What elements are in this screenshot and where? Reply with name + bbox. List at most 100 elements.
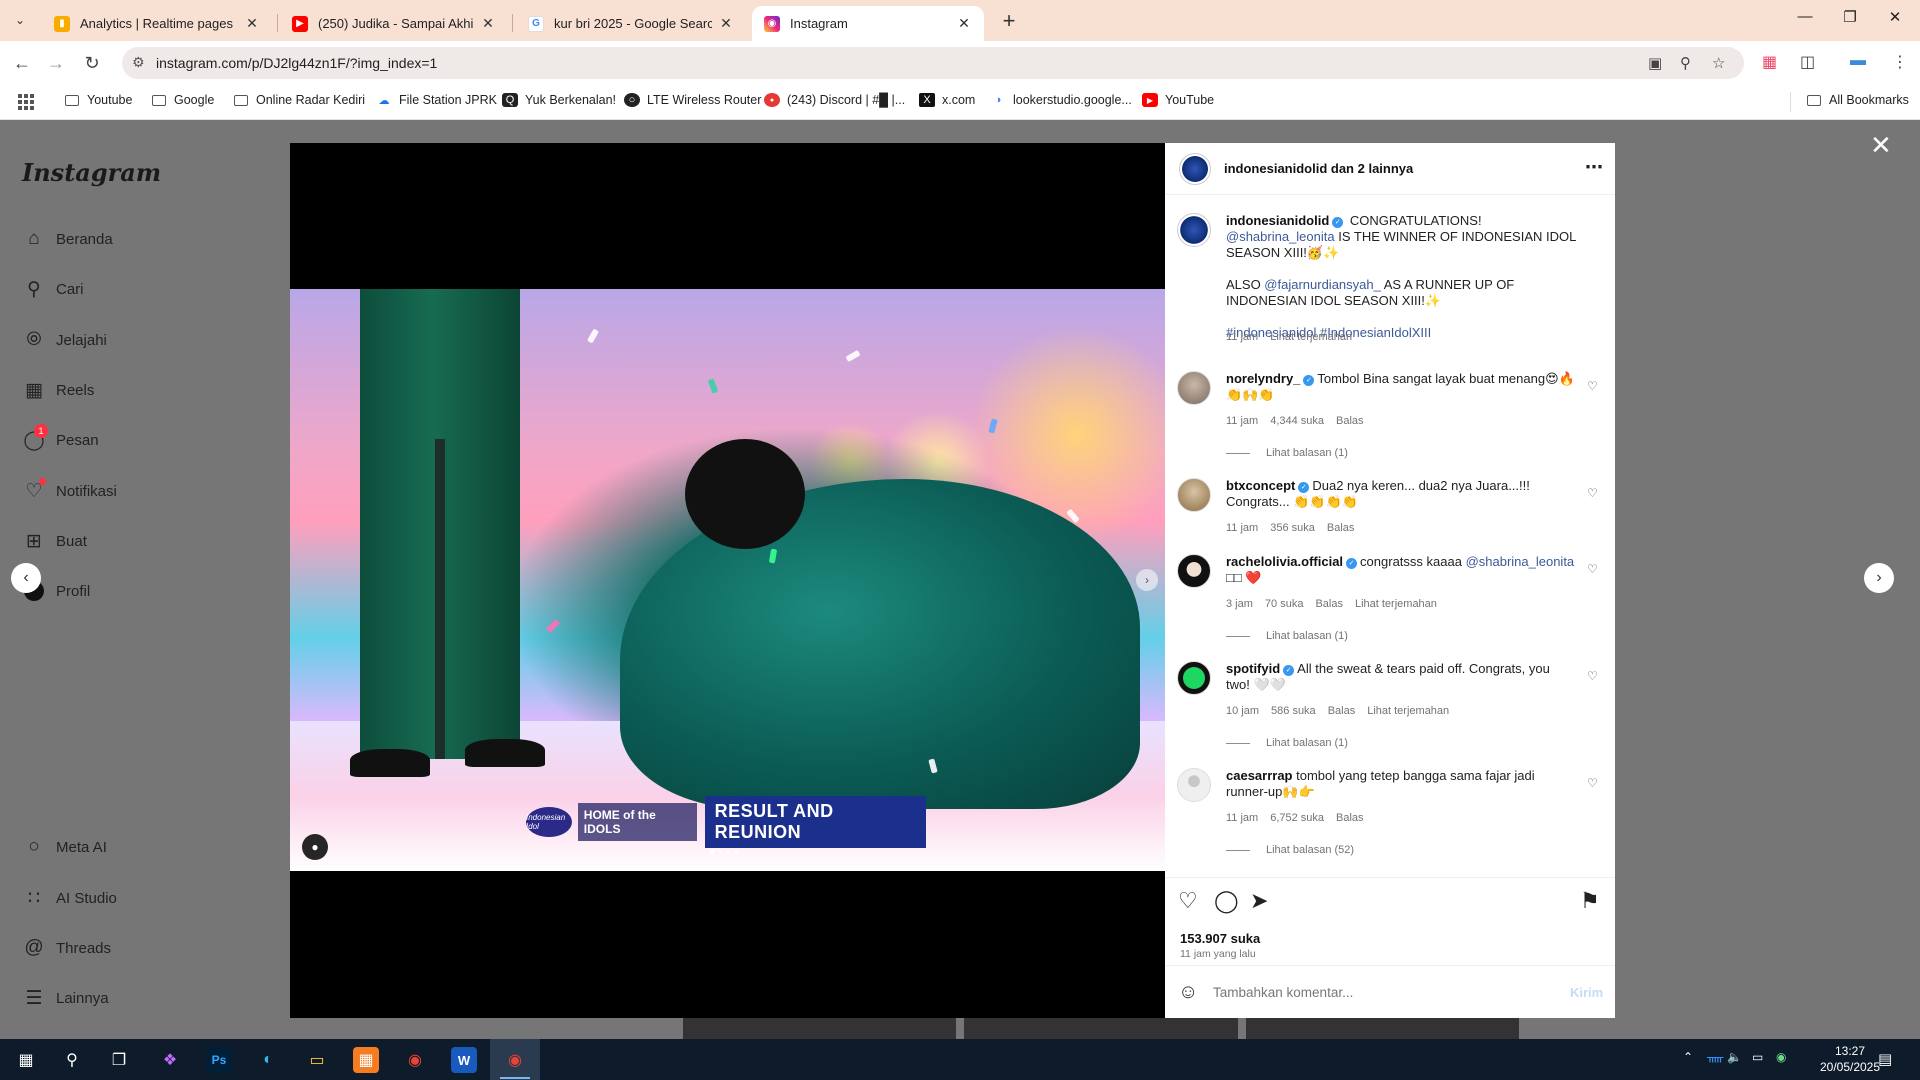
search-icon[interactable]: ⚲ — [59, 1047, 85, 1073]
translate-link[interactable]: Lihat terjemahan — [1355, 598, 1437, 610]
like-count[interactable]: 153.907 suka — [1180, 931, 1260, 946]
close-modal-icon[interactable]: ✕ — [1870, 130, 1892, 161]
comments-list[interactable]: indonesianidolid ✓ CONGRATULATIONS! @shab… — [1165, 195, 1615, 877]
tray-chevron-icon[interactable]: ⌃ — [1683, 1050, 1693, 1064]
like-comment-icon[interactable]: ♡ — [1587, 562, 1598, 576]
address-bar[interactable]: ⚙ instagram.com/p/DJ2lg44zn1F/?img_index… — [122, 47, 1744, 79]
tab-search-icon[interactable]: ⌄ — [8, 8, 32, 32]
nav-cari[interactable]: ⚲ Cari — [22, 277, 83, 301]
apps-grid-icon[interactable] — [18, 94, 34, 110]
commenter-username[interactable]: norelyndry_ — [1226, 371, 1300, 386]
bookmark-online-radar-kediri[interactable]: Online Radar Kediri — [233, 93, 365, 107]
task-view-icon[interactable]: ❐ — [106, 1047, 132, 1073]
file-explorer-icon[interactable]: ▭ — [304, 1047, 330, 1073]
like-comment-icon[interactable]: ♡ — [1587, 669, 1598, 683]
photoshop-icon[interactable]: Ps — [206, 1047, 232, 1073]
bookmark-lookerstudio[interactable]: ◑ lookerstudio.google... — [990, 93, 1132, 107]
bookmark-star-icon[interactable]: ☆ — [1712, 54, 1725, 72]
nav-meta-ai[interactable]: ○ Meta AI — [22, 835, 107, 859]
security-icon[interactable]: ◉ — [1776, 1050, 1786, 1064]
word-icon[interactable]: W — [451, 1047, 477, 1073]
translate-link[interactable]: Lihat terjemahan — [1270, 331, 1352, 343]
restore-button[interactable]: ❐ — [1830, 8, 1870, 26]
tab-close-icon[interactable]: ✕ — [244, 15, 260, 32]
chrome-menu-icon[interactable]: ⋮ — [1892, 52, 1908, 72]
bluetooth-icon[interactable]: ᚅ — [1707, 1050, 1723, 1064]
edge-icon[interactable]: ◐ — [255, 1047, 281, 1073]
send-comment-button[interactable]: Kirim — [1570, 985, 1603, 1000]
network-icon[interactable]: ▭ — [1752, 1050, 1763, 1064]
commenter-avatar[interactable] — [1177, 768, 1211, 802]
nav-ai-studio[interactable]: ∷ AI Studio — [22, 886, 117, 910]
chrome-icon[interactable]: ◉ — [402, 1047, 428, 1073]
nav-pesan[interactable]: ◯ 1 Pesan — [22, 424, 99, 452]
author-avatar[interactable] — [1177, 213, 1211, 247]
emoji-icon[interactable]: ☺ — [1178, 981, 1198, 1004]
app-icon[interactable]: ▦ — [353, 1047, 379, 1073]
share-icon[interactable]: ➤ — [1250, 888, 1268, 914]
nav-lainnya[interactable]: ☰ Lainnya — [22, 986, 108, 1010]
translate-link[interactable]: Lihat terjemahan — [1367, 705, 1449, 717]
nav-buat[interactable]: ⊞ Buat — [22, 529, 87, 553]
chrome-icon[interactable]: ◉ — [502, 1047, 528, 1073]
site-info-icon[interactable]: ⚙ — [132, 54, 145, 71]
tab-instagram[interactable]: ◉ Instagram ✕ — [752, 6, 984, 41]
commenter-avatar[interactable] — [1177, 478, 1211, 512]
save-icon[interactable]: ⚑ — [1580, 888, 1600, 914]
nav-threads[interactable]: @ Threads — [22, 936, 111, 960]
windows-start-icon[interactable]: ▦ — [13, 1047, 39, 1073]
zoom-icon[interactable]: ⚲ — [1680, 54, 1691, 72]
post-author[interactable]: indonesianidolid dan 2 lainnya — [1224, 161, 1413, 176]
comment-input[interactable] — [1213, 979, 1553, 1005]
carousel-next-icon[interactable]: › — [1136, 569, 1158, 591]
view-replies[interactable]: Lihat balasan (1) — [1226, 737, 1348, 749]
reply-link[interactable]: Balas — [1327, 522, 1355, 534]
bookmark-file-station[interactable]: ☁ File Station JPRK — [376, 93, 497, 107]
nav-notifikasi[interactable]: ♡ Notifikasi — [22, 478, 117, 503]
like-comment-icon[interactable]: ♡ — [1587, 379, 1598, 393]
mention-link[interactable]: @fajarnurdiansyah_ — [1264, 277, 1381, 292]
install-app-icon[interactable]: ▣ — [1648, 54, 1662, 72]
tab-close-icon[interactable]: ✕ — [718, 15, 734, 32]
like-comment-icon[interactable]: ♡ — [1587, 776, 1598, 790]
tagged-user-icon[interactable]: ● — [302, 834, 328, 860]
commenter-avatar[interactable] — [1177, 661, 1211, 695]
reply-link[interactable]: Balas — [1336, 812, 1364, 824]
comment-icon[interactable]: ◯ — [1214, 888, 1239, 914]
bookmark-lte-router[interactable]: ○ LTE Wireless Router — [624, 93, 761, 107]
reload-button[interactable]: ↻ — [80, 51, 104, 75]
author-avatar[interactable] — [1179, 153, 1211, 185]
nav-reels[interactable]: ▦ Reels — [22, 378, 94, 402]
view-replies[interactable]: Lihat balasan (1) — [1226, 630, 1348, 642]
commenter-avatar[interactable] — [1177, 371, 1211, 405]
caption-username[interactable]: indonesianidolid — [1226, 213, 1329, 228]
volume-icon[interactable]: 🔈 — [1727, 1050, 1742, 1064]
commenter-username[interactable]: spotifyid — [1226, 661, 1280, 676]
like-icon[interactable]: ♡ — [1178, 888, 1198, 914]
bookmark-yuk-berkenalan[interactable]: Q Yuk Berkenalan! — [502, 93, 616, 107]
bookmark-google-folder[interactable]: Google — [151, 93, 214, 107]
tab-google-search[interactable]: G kur bri 2025 - Google Search ✕ — [516, 6, 746, 41]
bookmark-x-com[interactable]: Xx.com — [919, 93, 975, 107]
back-button[interactable]: ← — [10, 51, 34, 75]
profile-icon[interactable]: ▬ — [1850, 52, 1866, 70]
instagram-logo[interactable]: Instagram — [22, 158, 161, 187]
view-replies[interactable]: Lihat balasan (1) — [1226, 447, 1348, 459]
tab-close-icon[interactable]: ✕ — [480, 15, 496, 32]
reply-link[interactable]: Balas — [1336, 415, 1364, 427]
like-comment-icon[interactable]: ♡ — [1587, 486, 1598, 500]
more-options-icon[interactable]: ⋯ — [1585, 157, 1603, 178]
tab-analytics[interactable]: ▮ Analytics | Realtime pages ✕ — [42, 6, 272, 41]
tab-close-icon[interactable]: ✕ — [956, 15, 972, 32]
copilot-icon[interactable]: ❖ — [157, 1047, 183, 1073]
minimize-button[interactable]: — — [1785, 8, 1825, 25]
bookmark-youtube[interactable]: ▶ YouTube — [1142, 93, 1214, 107]
mention-link[interactable]: @shabrina_leonita — [1466, 554, 1575, 569]
extensions-puzzle-icon[interactable]: ◫ — [1800, 52, 1815, 72]
previous-post-arrow[interactable]: ‹ — [11, 563, 41, 593]
view-replies[interactable]: Lihat balasan (52) — [1226, 844, 1354, 856]
post-media[interactable]: Indonesian Idol HOME of the IDOLS RESULT… — [290, 143, 1165, 1018]
commenter-avatar[interactable] — [1177, 554, 1211, 588]
commenter-username[interactable]: caesarrrap — [1226, 768, 1293, 783]
bookmark-youtube-folder[interactable]: Youtube — [64, 93, 132, 107]
